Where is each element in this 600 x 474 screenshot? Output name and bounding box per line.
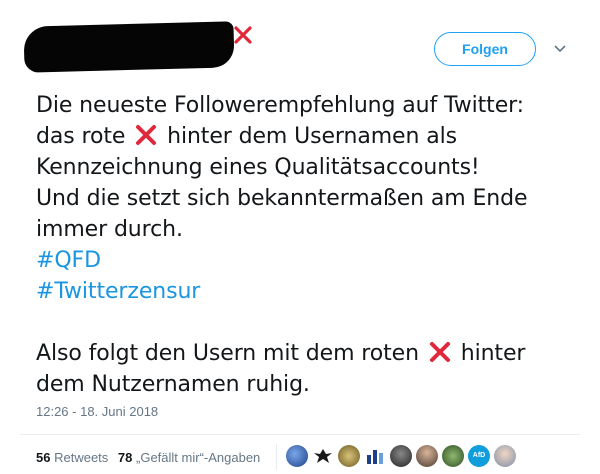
tweet-line: das rote hinter dem Usernamen als (36, 121, 576, 152)
tweet-line: Also folgt den Usern mit dem roten hinte… (36, 338, 576, 369)
avatar[interactable] (494, 445, 516, 467)
retweets-stat[interactable]: 56 Retweets (36, 450, 108, 465)
retweets-count: 56 (36, 450, 51, 465)
tweet-text-fragment: hinter (460, 341, 526, 366)
avatar[interactable] (286, 445, 308, 467)
tweet-text-fragment: hinter dem Usernamen als (167, 124, 457, 149)
tweet-line: Und die setzt sich bekanntermaßen am End… (36, 186, 528, 211)
avatar[interactable] (338, 445, 360, 467)
divider (20, 434, 580, 435)
tweet-line: immer durch. (36, 217, 183, 242)
tweet-stats: 56 Retweets 78 „Gefällt mir“-Angaben (36, 450, 266, 465)
likes-label: „Gefällt mir“-Angaben (136, 450, 261, 465)
afd-logo-text: AfD (472, 452, 486, 459)
red-x-icon (234, 26, 252, 44)
likes-stat[interactable]: 78 „Gefällt mir“-Angaben (118, 450, 260, 465)
avatar[interactable] (364, 445, 386, 467)
hashtag-link-qfd[interactable]: #QFD (36, 245, 576, 276)
liker-avatars: AfD (286, 445, 516, 467)
retweets-label: Retweets (54, 450, 109, 465)
redacted-username (23, 21, 235, 73)
tweet-timestamp[interactable]: 12:26 - 18. Juni 2018 (36, 404, 158, 419)
tweet-text-fragment: das rote (36, 124, 126, 149)
chevron-down-icon[interactable] (552, 40, 568, 56)
red-x-emoji-icon (136, 125, 157, 145)
tweet-text-fragment: Also folgt den Usern mit dem roten (36, 341, 419, 366)
hashtag-link-twitterzensur[interactable]: #Twitterzensur (36, 276, 576, 307)
tweet-text: Die neueste Followerempfehlung auf Twitt… (36, 90, 576, 400)
likes-count: 78 (117, 450, 133, 465)
tweet-line: Kennzeichnung eines Qualitätsaccounts! (36, 155, 480, 180)
avatar[interactable] (416, 445, 438, 467)
avatar[interactable] (312, 445, 334, 467)
red-x-emoji-icon (429, 342, 450, 362)
avatar[interactable] (390, 445, 412, 467)
tweet-header: Folgen (0, 0, 600, 80)
stats-separator (276, 444, 277, 470)
follow-button[interactable]: Folgen (434, 32, 536, 66)
avatar[interactable]: AfD (468, 445, 490, 467)
tweet-line: dem Nutzernamen ruhig. (36, 372, 310, 397)
tweet-line: Die neueste Followerempfehlung auf Twitt… (36, 93, 524, 118)
avatar[interactable] (442, 445, 464, 467)
